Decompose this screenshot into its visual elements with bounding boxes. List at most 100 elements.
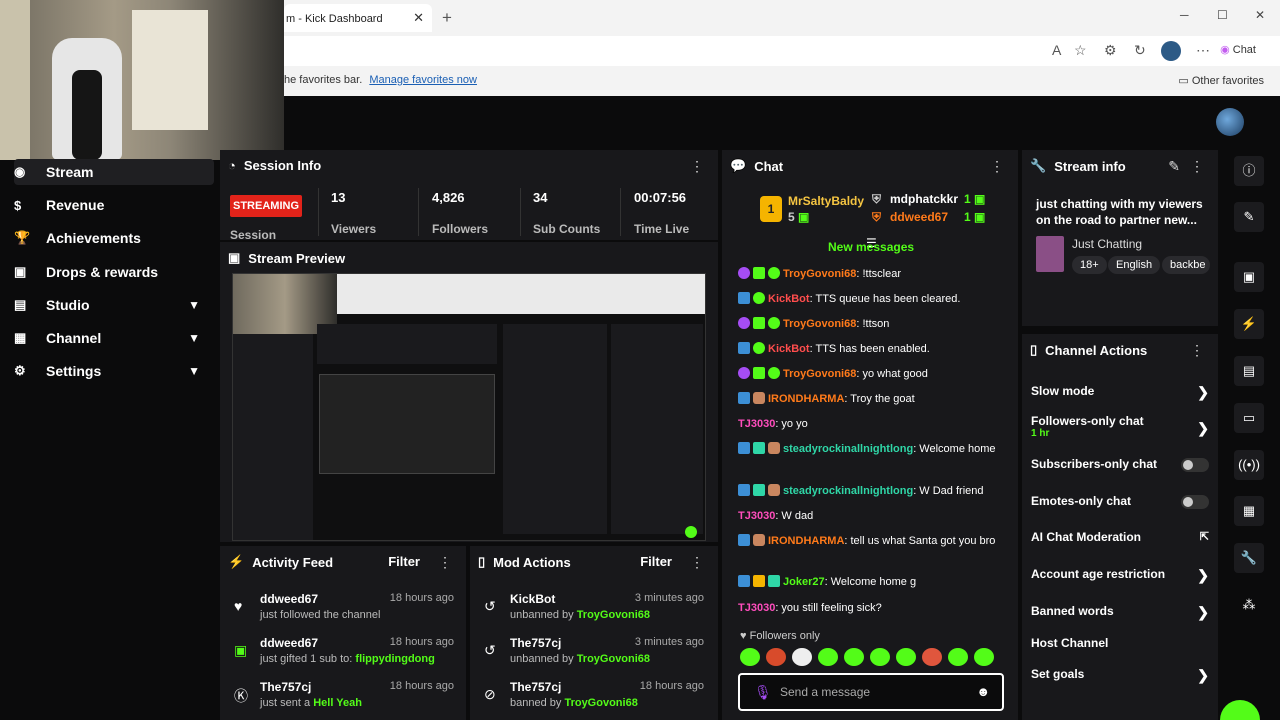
sidebar-item-settings[interactable]: ⚙ Settings ▼: [14, 358, 214, 384]
wrench-icon: 🔧: [1030, 158, 1047, 173]
action-account-age[interactable]: Account age restriction ❯: [1031, 567, 1213, 583]
avatar[interactable]: [1216, 108, 1244, 136]
action-slow-mode[interactable]: Slow mode ❯: [1031, 384, 1213, 400]
emote[interactable]: [896, 648, 916, 666]
more-options-icon[interactable]: ⋮: [990, 158, 1004, 175]
more-options-icon[interactable]: ⋮: [1190, 342, 1204, 359]
external-link-icon: ⇱: [1199, 531, 1209, 543]
panel-title: Activity Feed: [252, 554, 334, 570]
microphone-icon[interactable]: 🎙: [754, 684, 772, 701]
chevron-right-icon: ❯: [1197, 604, 1209, 620]
tag-chip[interactable]: English: [1108, 256, 1161, 274]
more-menu-icon[interactable]: ⋯: [1196, 42, 1210, 59]
action-emotes-only: Emotes-only chat: [1031, 494, 1213, 509]
more-options-icon[interactable]: ⋮: [1190, 158, 1204, 175]
emotes-only-toggle[interactable]: [1181, 495, 1209, 509]
filter-button[interactable]: Filter: [388, 554, 420, 569]
chat-message: IRONDHARMA: tell us what Santa got you b…: [738, 533, 1008, 549]
address-bar[interactable]: [284, 36, 1280, 66]
browser-profile-avatar[interactable]: [1161, 41, 1181, 61]
chevron-right-icon: ❯: [1197, 567, 1209, 583]
list-item: Ⓚ The757cj 18 hours ago just sent a Hell…: [234, 680, 454, 709]
close-window-icon[interactable]: ✕: [1255, 8, 1265, 22]
emoji-icon[interactable]: ☻: [976, 684, 990, 699]
wrench-icon[interactable]: 🔧: [1234, 543, 1264, 573]
heart-icon: ♥: [234, 598, 243, 614]
bolt-icon[interactable]: ⚡: [1234, 309, 1264, 339]
chevron-right-icon: ❯: [1197, 420, 1209, 436]
chat-message: steadyrockinallnightlong: Welcome home: [738, 441, 1008, 457]
chat-message: TroyGovoni68: !ttson: [738, 316, 1008, 332]
list-item: ♥ ddweed67 18 hours ago just followed th…: [234, 592, 454, 621]
browser-tab[interactable]: m - Kick Dashboard ✕: [284, 4, 432, 32]
tag-chip[interactable]: backbe: [1162, 256, 1210, 274]
minimize-icon[interactable]: ─: [1180, 8, 1189, 22]
subscribers-only-toggle[interactable]: [1181, 458, 1209, 472]
chat-bubble-icon[interactable]: ▭: [1234, 403, 1264, 433]
status-badge: STREAMING: [230, 195, 302, 217]
panel-title: Stream info: [1054, 158, 1126, 174]
chat-message: TJ3030: yo yo: [738, 418, 808, 430]
broadcast-icon[interactable]: ((•)): [1234, 450, 1264, 480]
chevron-right-icon: ❯: [1197, 384, 1209, 400]
emote[interactable]: [818, 648, 838, 666]
emote[interactable]: [792, 648, 812, 666]
sidebar-item-studio[interactable]: ▤ Studio ▼: [14, 292, 214, 318]
new-tab-icon[interactable]: +: [442, 8, 452, 28]
action-banned-words[interactable]: Banned words ❯: [1031, 604, 1213, 620]
new-messages-indicator[interactable]: New messages: [828, 240, 914, 254]
chevron-down-icon: ▼: [188, 364, 200, 378]
copilot-chat-button[interactable]: ◉ Chat: [1220, 43, 1256, 56]
sidebar-item-achievements[interactable]: 🏆 Achievements: [14, 225, 214, 251]
studio-icon: ▤: [14, 297, 27, 312]
chat-input-box: 🎙 ☻: [738, 673, 1004, 711]
list-item: ▣ ddweed67 18 hours ago just gifted 1 su…: [234, 636, 454, 665]
more-options-icon[interactable]: ⋮: [690, 554, 704, 571]
favorite-star-icon[interactable]: ☆: [1074, 42, 1087, 59]
sidebar-item-channel[interactable]: ▦ Channel ▼: [14, 325, 214, 351]
layout-icon[interactable]: ▦: [1234, 496, 1264, 526]
more-options-icon[interactable]: ⋮: [438, 554, 452, 571]
shield-icon: ⛨: [872, 210, 882, 224]
ban-icon: ⊘: [484, 686, 496, 702]
sidebar-item-revenue[interactable]: $ Revenue: [14, 192, 214, 218]
tag-chip[interactable]: 18+: [1072, 256, 1107, 274]
chat-message: TJ3030: you still feeling sick?: [738, 602, 882, 614]
manage-favorites-link[interactable]: Manage favorites now: [369, 74, 477, 86]
emote[interactable]: [740, 648, 760, 666]
followers-only-indicator: ♥ Followers only: [740, 630, 820, 642]
maximize-icon[interactable]: ☐: [1217, 8, 1228, 22]
other-favorites[interactable]: ▭ Other favorites: [1178, 74, 1264, 87]
chat-message: steadyrockinallnightlong: W Dad friend: [738, 483, 1008, 499]
chat-input[interactable]: [780, 683, 970, 701]
emote[interactable]: [766, 648, 786, 666]
action-ai-moderation[interactable]: AI Chat Moderation ⇱: [1031, 530, 1213, 544]
info-icon[interactable]: ⓘ: [1234, 156, 1264, 186]
emote[interactable]: [844, 648, 864, 666]
read-aloud-icon[interactable]: A: [1052, 42, 1061, 58]
action-host-channel[interactable]: Host Channel: [1031, 636, 1213, 650]
chat-message: KickBot: TTS queue has been cleared.: [738, 291, 1008, 307]
sidebar-item-stream[interactable]: ◉ Stream: [14, 159, 214, 185]
filter-button[interactable]: Filter: [640, 554, 672, 569]
screenshot-icon[interactable]: ▣: [1234, 262, 1264, 292]
more-options-icon[interactable]: ⋮: [690, 158, 704, 175]
extensions-icon[interactable]: ⚙: [1104, 42, 1117, 59]
action-followers-only[interactable]: Followers-only chat 1 hr ❯: [1031, 414, 1213, 439]
action-set-goals[interactable]: Set goals ❯: [1031, 667, 1213, 683]
edit-icon[interactable]: ✎: [1168, 158, 1180, 175]
close-tab-icon[interactable]: ✕: [413, 10, 424, 26]
emote[interactable]: [922, 648, 942, 666]
history-icon[interactable]: ↻: [1134, 42, 1146, 59]
stream-preview-video[interactable]: [232, 273, 706, 541]
emote[interactable]: [870, 648, 890, 666]
emote[interactable]: [974, 648, 994, 666]
emote[interactable]: [948, 648, 968, 666]
edit-icon[interactable]: ✎: [1234, 202, 1264, 232]
mod-actions-panel: ▯ Mod Actions Filter ⋮ ↺ KickBot 3 minute…: [470, 546, 718, 720]
chat-message: TroyGovoni68: yo what good: [738, 366, 1008, 382]
document-icon[interactable]: ▤: [1234, 356, 1264, 386]
sidebar-item-drops[interactable]: ▣ Drops & rewards: [14, 259, 214, 285]
connections-icon[interactable]: ⁂: [1234, 590, 1264, 620]
kick-icon: Ⓚ: [234, 688, 248, 704]
